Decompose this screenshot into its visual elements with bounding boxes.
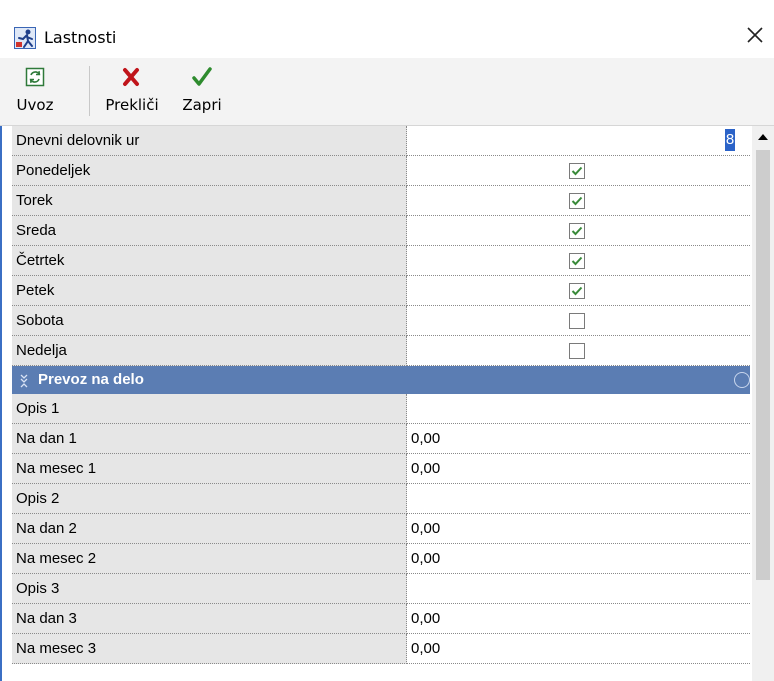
- property-value[interactable]: [407, 484, 750, 514]
- property-label: Dnevni delovnik ur: [12, 126, 407, 156]
- property-label: Nedelja: [12, 336, 407, 366]
- property-value[interactable]: [407, 306, 750, 336]
- property-value[interactable]: 0,00: [407, 544, 750, 574]
- property-label: Na dan 1: [12, 424, 407, 454]
- checkbox[interactable]: [569, 193, 585, 209]
- scroll-up-arrow-icon[interactable]: [752, 126, 774, 148]
- collapse-icon[interactable]: [734, 372, 750, 388]
- property-row-sobota[interactable]: Sobota: [12, 306, 750, 336]
- property-label: Petek: [12, 276, 407, 306]
- cancel-button[interactable]: Prekliči: [96, 64, 168, 120]
- close-icon[interactable]: [744, 24, 766, 46]
- property-value[interactable]: 0,00: [407, 454, 750, 484]
- property-label: Opis 1: [12, 394, 407, 424]
- import-icon: [24, 66, 46, 88]
- property-label: Opis 2: [12, 484, 407, 514]
- property-row-torek[interactable]: Torek: [12, 186, 750, 216]
- property-label: Sreda: [12, 216, 407, 246]
- property-label: Ponedeljek: [12, 156, 407, 186]
- close-label: Zapri: [182, 96, 222, 114]
- property-value[interactable]: [407, 336, 750, 366]
- property-value[interactable]: 8: [407, 126, 750, 156]
- property-row-sreda[interactable]: Sreda: [12, 216, 750, 246]
- property-label: Na mesec 1: [12, 454, 407, 484]
- property-row-ponedeljek[interactable]: Ponedeljek: [12, 156, 750, 186]
- import-button[interactable]: Uvoz: [10, 64, 60, 120]
- checkbox[interactable]: [569, 313, 585, 329]
- property-label: Opis 3: [12, 574, 407, 604]
- property-row-nedelja[interactable]: Nedelja: [12, 336, 750, 366]
- property-value[interactable]: [407, 216, 750, 246]
- red-x-icon: [120, 66, 142, 88]
- property-value[interactable]: [407, 574, 750, 604]
- checkmark-icon: [571, 196, 583, 206]
- green-check-icon: [191, 66, 213, 88]
- checkmark-icon: [571, 286, 583, 296]
- scrollbar-thumb[interactable]: [756, 150, 770, 580]
- section-title: Prevoz na delo: [38, 371, 144, 388]
- property-row-opis-3[interactable]: Opis 3: [12, 574, 750, 604]
- import-label: Uvoz: [16, 96, 54, 114]
- property-value[interactable]: 0,00: [407, 604, 750, 634]
- checkmark-icon: [571, 166, 583, 176]
- toolbar-separator: [89, 66, 90, 116]
- property-row-na-dan-1[interactable]: Na dan 1 0,00: [12, 424, 750, 454]
- checkbox[interactable]: [569, 223, 585, 239]
- property-value[interactable]: [407, 394, 750, 424]
- property-row-opis-1[interactable]: Opis 1: [12, 394, 750, 424]
- property-grid: Dnevni delovnik ur 8 Ponedeljek Torek Sr…: [12, 126, 750, 681]
- section-grip-icon: [18, 374, 30, 388]
- property-row-na-mesec-1[interactable]: Na mesec 1 0,00: [12, 454, 750, 484]
- checkbox[interactable]: [569, 343, 585, 359]
- title-bar: Lastnosti: [0, 0, 774, 58]
- toolbar: Uvoz Prekliči Zapri: [0, 58, 774, 126]
- property-label: Torek: [12, 186, 407, 216]
- properties-app-icon: [14, 27, 36, 49]
- property-row-hours[interactable]: Dnevni delovnik ur 8: [12, 126, 750, 156]
- property-row-na-mesec-3[interactable]: Na mesec 3 0,00: [12, 634, 750, 664]
- property-row-opis-2[interactable]: Opis 2: [12, 484, 750, 514]
- cancel-label: Prekliči: [105, 96, 159, 114]
- section-header-prevoz[interactable]: Prevoz na delo: [12, 366, 750, 394]
- property-value[interactable]: 0,00: [407, 424, 750, 454]
- checkbox[interactable]: [569, 163, 585, 179]
- property-label: Četrtek: [12, 246, 407, 276]
- property-row-cetrtek[interactable]: Četrtek: [12, 246, 750, 276]
- checkbox[interactable]: [569, 283, 585, 299]
- checkbox[interactable]: [569, 253, 585, 269]
- property-value[interactable]: [407, 186, 750, 216]
- property-row-na-dan-2[interactable]: Na dan 2 0,00: [12, 514, 750, 544]
- property-value[interactable]: 0,00: [407, 514, 750, 544]
- property-value[interactable]: 0,00: [407, 634, 750, 664]
- property-value[interactable]: [407, 276, 750, 306]
- close-dialog-button[interactable]: Zapri: [174, 64, 230, 120]
- property-row-petek[interactable]: Petek: [12, 276, 750, 306]
- checkmark-icon: [571, 256, 583, 266]
- property-label: Na mesec 2: [12, 544, 407, 574]
- hours-value[interactable]: 8: [725, 129, 735, 151]
- property-label: Na mesec 3: [12, 634, 407, 664]
- property-label: Na dan 2: [12, 514, 407, 544]
- property-row-na-dan-3[interactable]: Na dan 3 0,00: [12, 604, 750, 634]
- property-value[interactable]: [407, 246, 750, 276]
- property-row-na-mesec-2[interactable]: Na mesec 2 0,00: [12, 544, 750, 574]
- property-value[interactable]: [407, 156, 750, 186]
- checkmark-icon: [571, 226, 583, 236]
- property-label: Sobota: [12, 306, 407, 336]
- property-label: Na dan 3: [12, 604, 407, 634]
- window-title: Lastnosti: [44, 28, 117, 47]
